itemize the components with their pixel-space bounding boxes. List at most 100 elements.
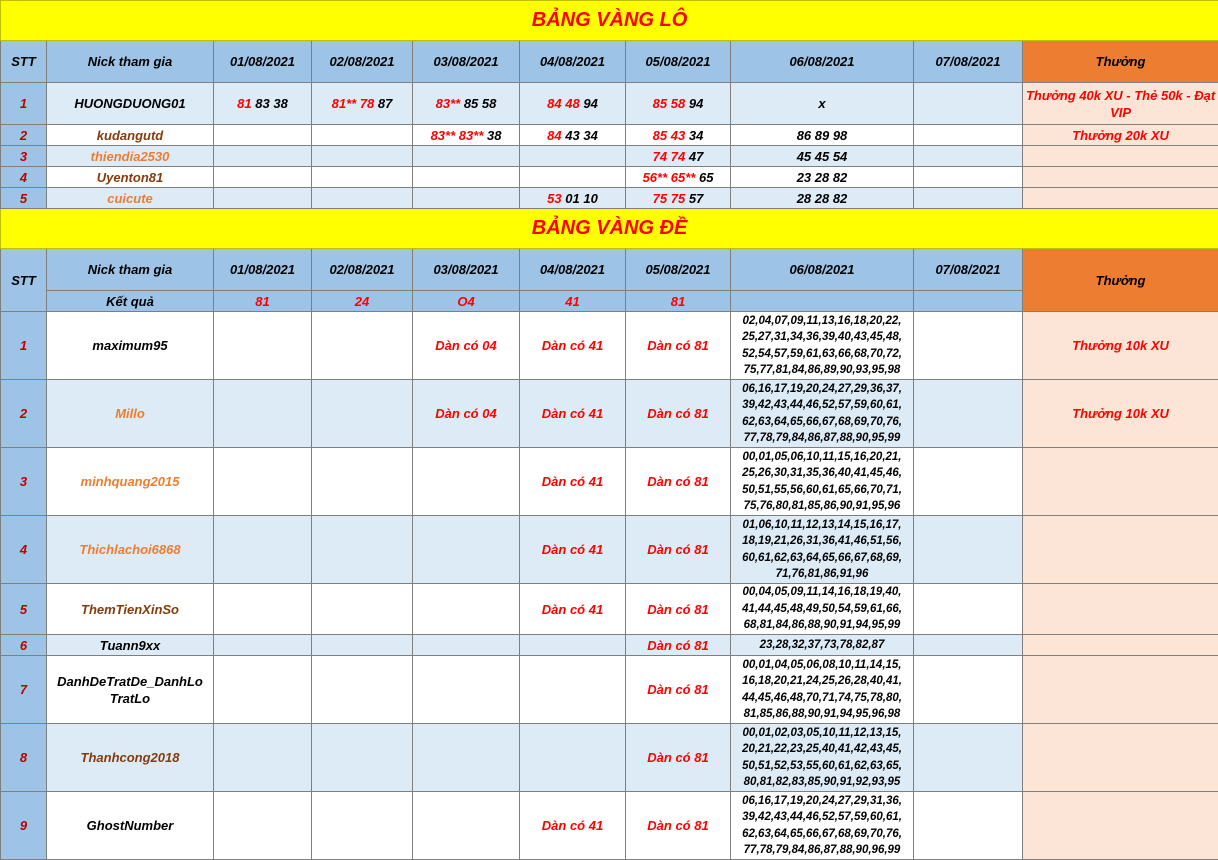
- lo-row: 2 kudangutd 83** 83** 38 84 43 34 85 43 34 86…: [0, 124, 1218, 146]
- de-stt: 3: [0, 447, 47, 516]
- de-cell-d2: [311, 723, 413, 792]
- lo-reward: [1021, 166, 1218, 188]
- de-cell-d1: [213, 583, 312, 635]
- de-stt: 4: [0, 515, 47, 584]
- de-cell-d2: [311, 583, 413, 635]
- lo-cell-d4: 84 43 34: [519, 124, 626, 146]
- lo-number: 45 45 54: [796, 148, 848, 164]
- de-result-d5: 81: [625, 290, 731, 312]
- bang-vang-sheet: BẢNG VÀNG LÔ STT Nick tham gia 01/08/202…: [0, 0, 1218, 860]
- lo-cell-d6: x: [730, 82, 914, 125]
- lo-number: 85 58: [463, 96, 497, 111]
- lo-header-reward: Thưởng: [1021, 40, 1218, 83]
- lo-stt: 5: [0, 187, 47, 209]
- de-stt: 9: [0, 791, 47, 860]
- lo-title: BẢNG VÀNG LÔ: [0, 0, 1218, 41]
- lo-number: 23 28 82: [796, 169, 848, 185]
- lo-cell-d1: [213, 124, 312, 146]
- de-numbers: 23,28,32,37,73,78,82,87: [730, 634, 914, 656]
- de-reward: [1021, 723, 1218, 792]
- lo-header-nick: Nick tham gia: [46, 40, 214, 83]
- de-header-d7: 07/08/2021: [913, 248, 1023, 291]
- lo-nick: Uyenton81: [46, 166, 214, 188]
- de-reward: [1021, 634, 1218, 656]
- de-cell-d5: Dàn có 81: [625, 791, 731, 860]
- lo-number: 94: [688, 96, 704, 111]
- de-cell-d3: [412, 655, 520, 724]
- de-reward: Thưởng 10k XU: [1021, 379, 1218, 448]
- de-header-stt: STT: [0, 248, 47, 312]
- de-stt: 8: [0, 723, 47, 792]
- lo-nick: thiendia2530: [46, 145, 214, 167]
- de-cell-d5: Dàn có 81: [625, 655, 731, 724]
- de-row: 4 Thichlachoi6868 Dàn có 41 Dàn có 81 01,06,…: [0, 515, 1218, 584]
- de-nick: DanhDeTratDe_DanhLo TratLo: [46, 655, 214, 724]
- de-cell-d2: [311, 655, 413, 724]
- de-nick: Thanhcong2018: [46, 723, 214, 792]
- lo-cell-d7: [913, 145, 1023, 167]
- de-header-d4: 04/08/2021: [519, 248, 626, 291]
- de-stt: 2: [0, 379, 47, 448]
- de-stt: 5: [0, 583, 47, 635]
- de-row: 3 minhquang2015 Dàn có 41 Dàn có 81 00,01,05…: [0, 447, 1218, 516]
- de-nick: minhquang2015: [46, 447, 214, 516]
- de-row: 1 maximum95 Dàn có 04 Dàn có 41 Dàn có 81 02,…: [0, 311, 1218, 380]
- lo-stt: 3: [0, 145, 47, 167]
- lo-stt: 2: [0, 124, 47, 146]
- de-cell-d2: [311, 634, 413, 656]
- de-row: 9 GhostNumber Dàn có 41 Dàn có 81 06,16,17,1…: [0, 791, 1218, 860]
- lo-stt: 4: [0, 166, 47, 188]
- lo-row: 3 thiendia2530 74 74 47 45 45 54: [0, 145, 1218, 167]
- lo-table-body: BẢNG VÀNG LÔ STT Nick tham gia 01/08/202…: [0, 0, 1218, 209]
- de-cell-d5: Dàn có 81: [625, 311, 731, 380]
- de-cell-d5: Dàn có 81: [625, 379, 731, 448]
- de-cell-d5: Dàn có 81: [625, 634, 731, 656]
- de-result-d1: 81: [213, 290, 312, 312]
- de-numbers: 00,04,05,09,11,14,16,18,19,40, 41,44,45,…: [730, 583, 914, 635]
- de-cell-d3: [412, 791, 520, 860]
- de-cell-d2: [311, 447, 413, 516]
- lo-cell-d6: 86 89 98: [730, 124, 914, 146]
- de-nick: Millo: [46, 379, 214, 448]
- de-stt: 6: [0, 634, 47, 656]
- de-header-row: STT Nick tham gia 01/08/2021 02/08/2021 …: [0, 248, 1218, 312]
- de-cell-d4: [519, 723, 626, 792]
- de-cell-d4: Dàn có 41: [519, 311, 626, 380]
- lo-cell-d5: 56** 65** 65: [625, 166, 731, 188]
- de-nick: maximum95: [46, 311, 214, 380]
- de-result-d3: O4: [412, 290, 520, 312]
- de-result-d4: 41: [519, 290, 626, 312]
- lo-number: 83**: [435, 96, 461, 111]
- lo-cell-d3: 83** 83** 38: [412, 124, 520, 146]
- de-numbers: 06,16,17,19,20,24,27,29,36,37, 39,42,43,…: [730, 379, 914, 448]
- de-cell-d4: Dàn có 41: [519, 379, 626, 448]
- de-cell-d2: [311, 311, 413, 380]
- lo-row: 1 HUONGDUONG01 81 83 38 81** 78 87 83** 85 5…: [0, 82, 1218, 125]
- de-reward: [1021, 583, 1218, 635]
- de-numbers: 00,01,05,06,10,11,15,16,20,21, 25,26,30,…: [730, 447, 914, 516]
- lo-header-stt: STT: [0, 40, 47, 83]
- de-cell-d2: [311, 515, 413, 584]
- lo-number: 28 28 82: [796, 190, 848, 206]
- de-header-reward: Thưởng: [1021, 248, 1218, 312]
- de-cell-d1: [213, 634, 312, 656]
- de-cell-d7: [913, 583, 1023, 635]
- lo-nick: cuicute: [46, 187, 214, 209]
- lo-number: 65: [698, 169, 714, 185]
- lo-cell-d4: [519, 145, 626, 167]
- lo-reward: Thưởng 20k XU: [1021, 124, 1218, 146]
- de-cell-d3: Dàn có 04: [412, 311, 520, 380]
- lo-cell-d4: [519, 166, 626, 188]
- de-cell-d2: [311, 379, 413, 448]
- lo-cell-d5: 85 58 94: [625, 82, 731, 125]
- de-cell-d1: [213, 791, 312, 860]
- de-cell-d4: [519, 655, 626, 724]
- lo-header-d6: 06/08/2021: [730, 40, 914, 83]
- de-cell-d1: [213, 379, 312, 448]
- lo-cell-d7: [913, 124, 1023, 146]
- de-cell-d7: [913, 791, 1023, 860]
- lo-number: 83 38: [255, 96, 288, 111]
- lo-header-d3: 03/08/2021: [412, 40, 520, 83]
- de-cell-d1: [213, 311, 312, 380]
- de-row: 5 ThemTienXinSo Dàn có 41 Dàn có 81 00,04,05…: [0, 583, 1218, 635]
